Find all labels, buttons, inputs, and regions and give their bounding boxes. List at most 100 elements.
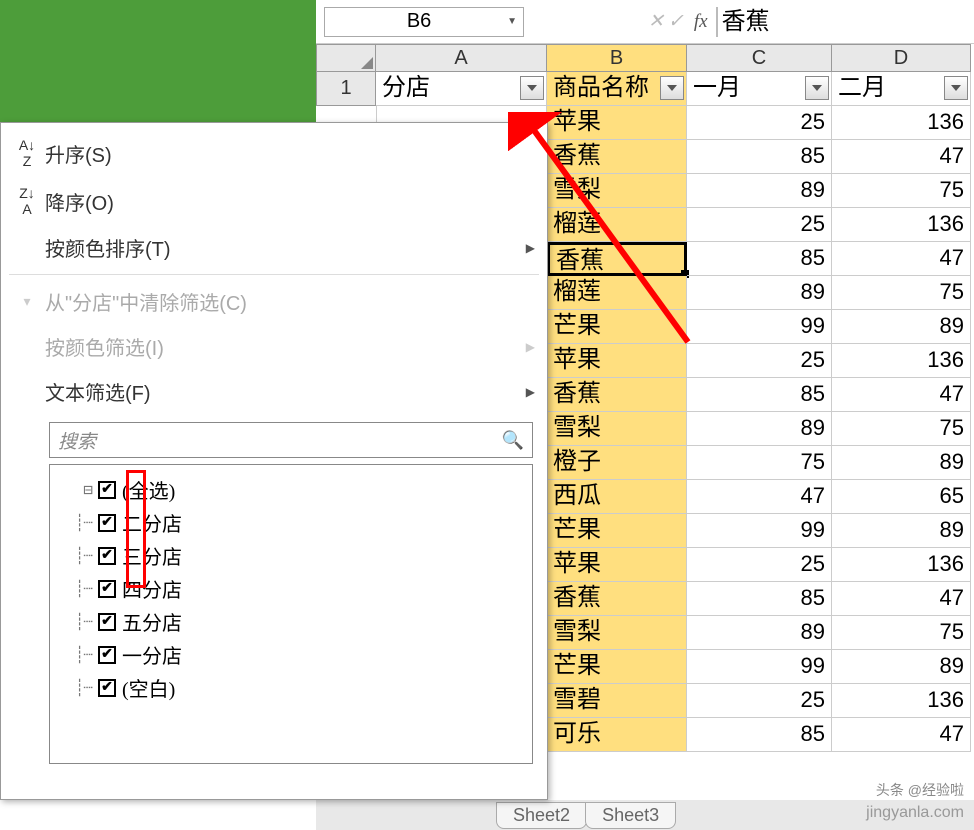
sort-color-item[interactable]: 按颜色排序(T) ▶ — [1, 225, 547, 270]
sort-asc-item[interactable]: A↓Z 升序(S) — [1, 129, 547, 177]
cell[interactable]: 136 — [832, 344, 971, 378]
cell[interactable]: 25 — [687, 684, 832, 718]
checkbox-icon[interactable]: ✔ — [98, 580, 116, 598]
cell[interactable]: 47 — [832, 378, 971, 412]
cell[interactable]: 89 — [832, 310, 971, 344]
cell[interactable]: 47 — [687, 480, 832, 514]
col-A-label: 分店 — [382, 75, 430, 101]
col-header-A[interactable]: A — [376, 44, 547, 72]
cell[interactable]: 香蕉 — [547, 582, 687, 616]
cell[interactable]: 芒果 — [547, 310, 687, 344]
filter-dropdown-menu: A↓Z 升序(S) Z↓A 降序(O) 按颜色排序(T) ▶ ▾ 从"分店"中清… — [0, 122, 548, 800]
filter-button-B[interactable] — [660, 76, 684, 100]
cell[interactable]: 香蕉 — [547, 140, 687, 174]
col-header-B[interactable]: B — [547, 44, 687, 72]
cell-C1[interactable]: 一月 — [687, 72, 832, 106]
cell[interactable]: 47 — [832, 242, 971, 276]
cell[interactable]: 西瓜 — [547, 480, 687, 514]
sort-desc-item[interactable]: Z↓A 降序(O) — [1, 177, 547, 225]
cell[interactable]: 苹果 — [547, 344, 687, 378]
cell[interactable]: 85 — [687, 582, 832, 616]
cell[interactable]: 89 — [687, 276, 832, 310]
cell[interactable]: 136 — [832, 208, 971, 242]
cell[interactable]: 136 — [832, 684, 971, 718]
sheet-tab[interactable]: Sheet2 — [496, 802, 587, 829]
filter-search-box[interactable]: 搜索 🔍 — [49, 422, 533, 458]
cancel-icon[interactable]: ✕ — [648, 10, 664, 33]
cell[interactable]: 苹果 — [547, 106, 687, 140]
cell[interactable]: 99 — [687, 310, 832, 344]
cell[interactable]: 89 — [832, 446, 971, 480]
filter-item-label: 一分店 — [122, 640, 182, 669]
confirm-icon[interactable]: ✓ — [668, 10, 684, 33]
cell[interactable]: 75 — [832, 616, 971, 650]
cell[interactable]: 47 — [832, 140, 971, 174]
cell[interactable]: 136 — [832, 106, 971, 140]
filter-button-C[interactable] — [805, 76, 829, 100]
cell[interactable]: 47 — [832, 718, 971, 752]
row-header-1[interactable]: 1 — [316, 72, 376, 106]
cell[interactable]: 芒果 — [547, 514, 687, 548]
dropdown-icon[interactable]: ▼ — [507, 16, 517, 27]
text-filter-item[interactable]: 文本筛选(F) ▶ — [1, 369, 547, 414]
cell[interactable]: 苹果 — [547, 548, 687, 582]
cell[interactable]: 65 — [832, 480, 971, 514]
cell[interactable]: 85 — [687, 242, 832, 276]
col-header-C[interactable]: C — [687, 44, 832, 72]
filter-checkbox-item[interactable]: ┊┈✔五分店 — [60, 605, 522, 638]
clear-filter-item: ▾ 从"分店"中清除筛选(C) — [1, 279, 547, 324]
cell[interactable]: 25 — [687, 548, 832, 582]
select-all-corner[interactable] — [316, 44, 376, 72]
search-icon[interactable]: 🔍 — [502, 430, 524, 451]
cell[interactable]: 75 — [832, 174, 971, 208]
cell[interactable]: 99 — [687, 650, 832, 684]
cell[interactable]: 香蕉 — [547, 242, 687, 276]
checkbox-icon[interactable]: ✔ — [98, 514, 116, 532]
cell[interactable]: 25 — [687, 344, 832, 378]
cell[interactable]: 89 — [687, 174, 832, 208]
cell[interactable]: 89 — [687, 616, 832, 650]
cell[interactable]: 雪梨 — [547, 174, 687, 208]
cell[interactable]: 85 — [687, 378, 832, 412]
cell[interactable]: 75 — [832, 276, 971, 310]
cell[interactable]: 芒果 — [547, 650, 687, 684]
cell[interactable]: 雪碧 — [547, 684, 687, 718]
cell[interactable]: 榴莲 — [547, 208, 687, 242]
filter-button-A[interactable] — [520, 76, 544, 100]
cell[interactable]: 雪梨 — [547, 616, 687, 650]
cell-A1[interactable]: 分店 — [376, 72, 547, 106]
cell[interactable]: 47 — [832, 582, 971, 616]
cell[interactable]: 89 — [832, 514, 971, 548]
cell[interactable]: 雪梨 — [547, 412, 687, 446]
cell[interactable]: 可乐 — [547, 718, 687, 752]
cell[interactable]: 75 — [687, 446, 832, 480]
tree-line-icon: ┊┈ — [60, 678, 92, 697]
name-box[interactable]: B6 ▼ — [324, 7, 524, 37]
sheet-tab[interactable]: Sheet3 — [585, 802, 676, 829]
cell[interactable]: 89 — [832, 650, 971, 684]
cell[interactable]: 89 — [687, 412, 832, 446]
cell[interactable]: 75 — [832, 412, 971, 446]
formula-value[interactable]: 香蕉 — [716, 7, 974, 37]
checkbox-icon[interactable]: ✔ — [98, 646, 116, 664]
cell-D1[interactable]: 二月 — [832, 72, 971, 106]
cell[interactable]: 橙子 — [547, 446, 687, 480]
cell[interactable]: 85 — [687, 140, 832, 174]
fx-icon[interactable]: fx — [694, 11, 708, 33]
cell[interactable]: 99 — [687, 514, 832, 548]
cell[interactable]: 25 — [687, 208, 832, 242]
cell[interactable]: 136 — [832, 548, 971, 582]
col-header-D[interactable]: D — [832, 44, 971, 72]
checkbox-icon[interactable]: ✔ — [98, 481, 116, 499]
checkbox-icon[interactable]: ✔ — [98, 613, 116, 631]
cell[interactable]: 25 — [687, 106, 832, 140]
checkbox-icon[interactable]: ✔ — [98, 679, 116, 697]
cell[interactable]: 85 — [687, 718, 832, 752]
filter-checkbox-item[interactable]: ┊┈✔(空白) — [60, 671, 522, 704]
cell[interactable]: 榴莲 — [547, 276, 687, 310]
cell-B1[interactable]: 商品名称 — [547, 72, 687, 106]
filter-checkbox-item[interactable]: ┊┈✔一分店 — [60, 638, 522, 671]
cell[interactable]: 香蕉 — [547, 378, 687, 412]
checkbox-icon[interactable]: ✔ — [98, 547, 116, 565]
filter-button-D[interactable] — [944, 76, 968, 100]
